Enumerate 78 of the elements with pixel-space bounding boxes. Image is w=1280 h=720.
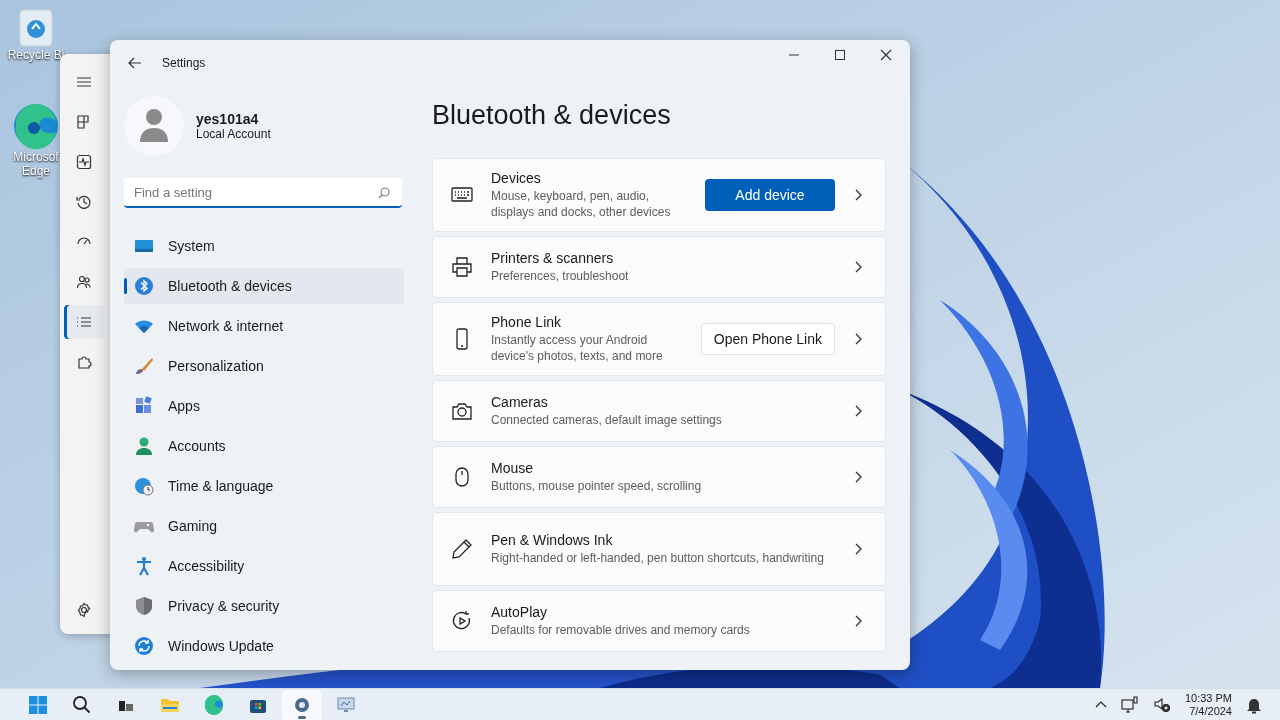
settings-card[interactable]: Devices Mouse, keyboard, pen, audio, displays and docks, other devices Add device [432, 158, 886, 232]
chevron-icon [853, 542, 863, 556]
grid-icon [76, 114, 92, 130]
network-icon[interactable] [1120, 695, 1139, 714]
users-icon [76, 274, 92, 290]
list-icon [76, 314, 92, 330]
card-title: Phone Link [491, 314, 563, 330]
back-arrow-icon[interactable] [128, 56, 142, 70]
settings-card[interactable]: Mouse Buttons, mouse pointer speed, scrolling [432, 446, 886, 508]
chevron-icon [853, 332, 863, 346]
autoplay-icon [451, 610, 473, 632]
puzzle-icon [76, 354, 92, 370]
history-icon [76, 194, 92, 210]
chevron-icon [853, 188, 863, 202]
nav-item[interactable]: Windows Update [124, 628, 404, 664]
nav-item[interactable]: Accounts [124, 428, 404, 464]
page-heading: Bluetooth & devices [432, 99, 672, 132]
nav-item[interactable]: System [124, 228, 404, 264]
search-field[interactable]: Find a setting [124, 178, 402, 208]
nav-item[interactable]: Apps [124, 388, 404, 424]
chevron-icon [853, 614, 863, 628]
nav-item[interactable]: Gaming [124, 508, 404, 544]
settings-card[interactable]: AutoPlay Defaults for removable drives and memory cards [432, 590, 886, 652]
window-title: Settings [162, 56, 206, 70]
card-description: Buttons, mouse pointer speed, scrolling [491, 478, 703, 494]
clock-time[interactable]: 10:33 PM [1184, 691, 1232, 705]
card-description: Connected cameras, default image settings [491, 412, 723, 428]
search-icon [378, 187, 390, 199]
printer-icon [451, 256, 473, 278]
card-title: AutoPlay [491, 604, 549, 620]
accessibility-icon [134, 556, 154, 576]
speaker-muted-icon[interactable] [1152, 695, 1171, 714]
settings-card[interactable]: Phone Link Instantly access your Android device's photos, texts, and more Open Phone Link [432, 302, 886, 376]
open-button[interactable]: Open Phone Link [700, 323, 835, 355]
settings-card[interactable]: Cameras Connected cameras, default image settings [432, 380, 886, 442]
card-description: Right-handed or left-handed, pen button shortcuts, handwriting [491, 550, 825, 566]
maximize-icon[interactable] [834, 49, 846, 61]
pen-icon [451, 538, 473, 560]
globe-clock-icon [134, 476, 154, 496]
selected-nav-button[interactable] [64, 305, 104, 339]
card-title: Mouse [491, 460, 535, 476]
settings-card[interactable]: Pen & Windows Ink Right-handed or left-handed, pen button shortcuts, handwriting [432, 512, 886, 586]
settings-card[interactable]: Printers & scanners Preferences, troubleshoot [432, 236, 886, 298]
card-description: Instantly access your Android device's photos, texts, and more [491, 332, 664, 364]
add-button[interactable]: Add device [705, 179, 835, 211]
person-icon [134, 436, 154, 456]
bluetooth-icon [134, 276, 154, 296]
account-type: Local Account [196, 127, 271, 141]
desktop-icon-label[interactable]: Recycle Bi [7, 48, 65, 62]
search-icon [72, 694, 92, 715]
card-description: Preferences, troubleshoot [491, 268, 630, 284]
monitor-icon [336, 694, 356, 715]
pulse-icon [76, 154, 92, 170]
chevron-icon [853, 470, 863, 484]
card-title: Pen & Windows Ink [491, 532, 614, 548]
nav-item[interactable]: Personalization [124, 348, 404, 384]
card-description: Mouse, keyboard, pen, audio, displays and docks, other devices [491, 188, 672, 220]
nav-item[interactable]: Bluetooth & devices [124, 268, 404, 304]
nav-item[interactable]: Time & language [124, 468, 404, 504]
brush-icon [134, 356, 154, 376]
card-title: Printers & scanners [491, 250, 615, 266]
shield-icon [134, 596, 154, 616]
nav-item[interactable]: Network & internet [124, 308, 404, 344]
start-icon [28, 694, 48, 715]
apps-icon [134, 396, 154, 416]
close-icon[interactable] [880, 49, 892, 61]
nav-item[interactable]: Accessibility [124, 548, 404, 584]
card-description: Defaults for removable drives and memory cards [491, 622, 751, 638]
card-title: Devices [491, 170, 542, 186]
card-title: Cameras [491, 394, 549, 410]
chevron-icon [853, 260, 863, 274]
nav-item[interactable]: Privacy & security [124, 588, 404, 624]
update-icon [134, 636, 154, 656]
chevron-icon [853, 404, 863, 418]
camera-icon [451, 400, 473, 422]
clock-date[interactable]: 7/4/2024 [1189, 704, 1232, 718]
menu-icon [76, 74, 92, 90]
user-name: yes101a4 [196, 111, 260, 127]
